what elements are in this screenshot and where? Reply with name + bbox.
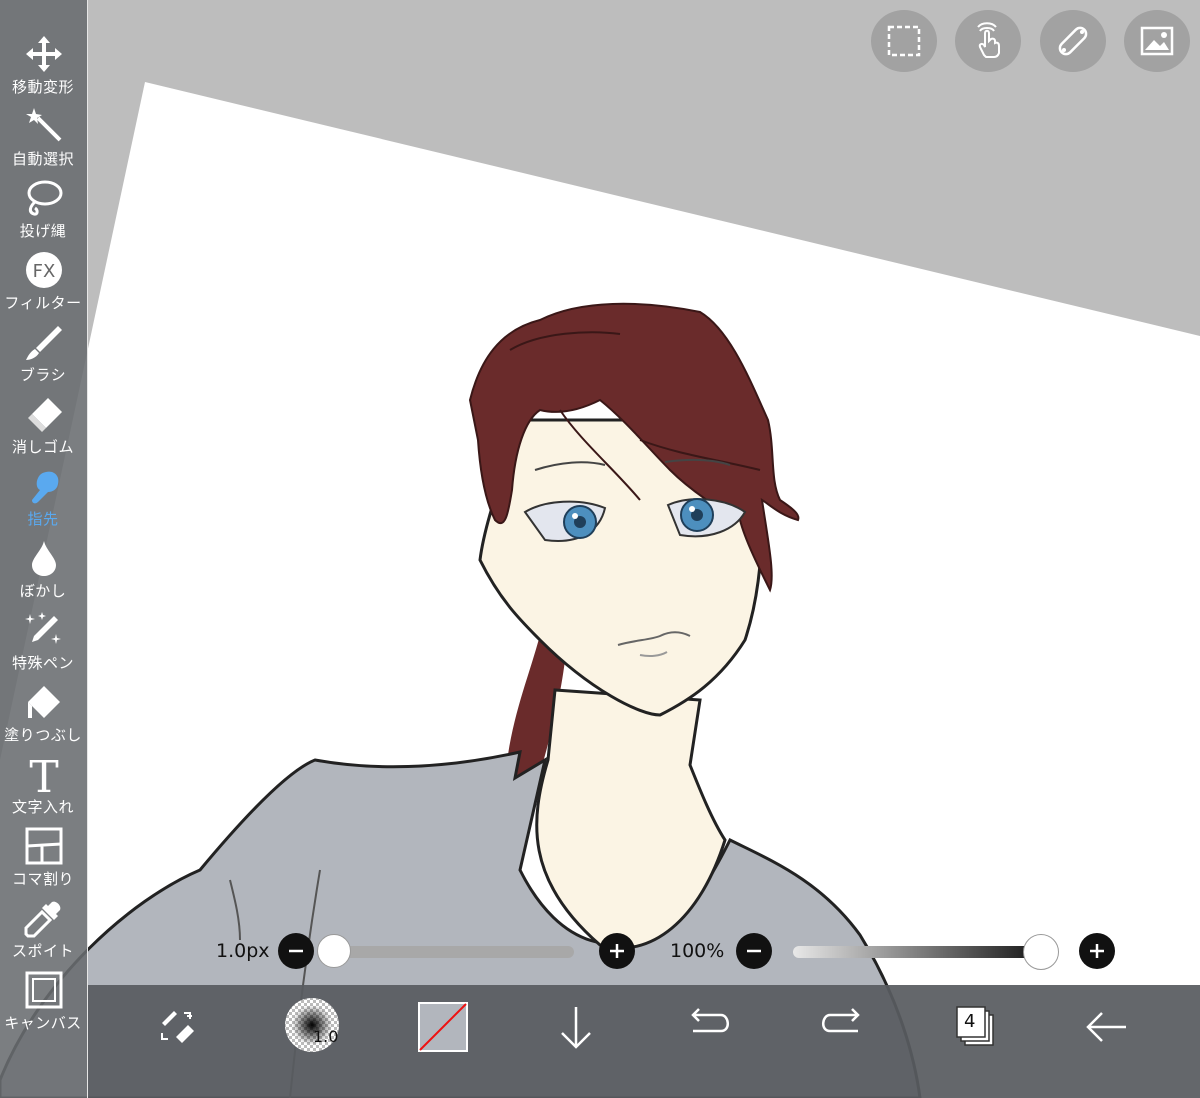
opacity-increase-button[interactable] <box>1079 933 1115 969</box>
frame-divider-icon <box>25 827 63 865</box>
layers-button[interactable]: 4 <box>943 997 1007 1057</box>
svg-text:FX: FX <box>33 261 56 282</box>
special-pen-icon <box>25 612 61 644</box>
brush-preview-label: 1.0 <box>313 1027 339 1046</box>
down-arrow-icon <box>561 1007 591 1049</box>
tool-frame[interactable]: コマ割り <box>0 822 88 894</box>
tool-label: 消しゴム <box>11 438 74 456</box>
tool-blur[interactable]: ぼかし <box>0 534 88 606</box>
canvas-icon <box>25 971 63 1009</box>
tool-label: ブラシ <box>19 366 67 384</box>
ruler-button[interactable] <box>1040 10 1106 72</box>
tool-label: 文字入れ <box>11 798 74 816</box>
redo-button[interactable] <box>810 997 874 1057</box>
tool-label: キャンバス <box>4 1014 82 1032</box>
lasso-icon <box>27 180 63 216</box>
brush-size-decrease-button[interactable] <box>278 933 314 969</box>
tool-text[interactable]: T 文字入れ <box>0 750 88 822</box>
undo-button[interactable] <box>677 997 741 1057</box>
eyedropper-icon <box>24 901 61 938</box>
back-arrow-icon <box>1086 1012 1126 1042</box>
touch-gesture-icon <box>977 22 1000 58</box>
opacity-slider[interactable] <box>793 934 1059 970</box>
eraser-icon <box>28 398 62 432</box>
brush-size-thumb[interactable] <box>317 934 351 968</box>
tool-special-pen[interactable]: 特殊ペン <box>0 606 88 678</box>
tool-label: 自動選択 <box>11 150 74 168</box>
slider-bar: 1.0px 100% <box>88 926 1200 980</box>
gesture-button[interactable] <box>955 10 1021 72</box>
brush-size-increase-button[interactable] <box>599 933 635 969</box>
move-arrows-icon <box>26 36 62 72</box>
bottom-toolbar: 1.0 4 <box>88 985 1200 1098</box>
tool-label: 投げ縄 <box>19 222 67 240</box>
opacity-decrease-button[interactable] <box>736 933 772 969</box>
blur-drop-icon <box>32 541 56 576</box>
brush-size-slider[interactable] <box>317 934 574 968</box>
minus-icon <box>747 949 761 953</box>
color-swatch-icon <box>418 1002 468 1052</box>
undo-icon <box>691 1008 729 1033</box>
tool-eyedropper[interactable]: スポイト <box>0 894 88 966</box>
magic-wand-icon <box>26 108 62 142</box>
selection-layer-button[interactable] <box>871 10 937 72</box>
fx-icon: FX <box>26 252 62 288</box>
tool-label: フィルター <box>4 294 82 312</box>
brush-icon <box>26 326 62 360</box>
paint-bucket-icon <box>28 686 60 718</box>
redo-icon <box>822 1008 860 1033</box>
tool-label: ぼかし <box>19 582 67 600</box>
tool-label: 塗りつぶし <box>4 726 82 744</box>
tool-brush[interactable]: ブラシ <box>0 318 88 390</box>
tool-canvas[interactable]: キャンバス <box>0 966 88 1038</box>
ruler-icon <box>1058 26 1088 56</box>
pen-eraser-toggle-button[interactable] <box>146 997 210 1057</box>
brush-size-value: 1.0px <box>216 940 270 962</box>
tool-finger[interactable]: 指先 <box>0 462 88 534</box>
image-material-icon <box>1140 26 1174 56</box>
tool-magic-wand[interactable]: 自動選択 <box>0 102 88 174</box>
pen-eraser-swap-icon <box>161 1011 194 1043</box>
tool-eraser[interactable]: 消しゴム <box>0 390 88 462</box>
tool-label: コマ割り <box>11 870 74 888</box>
opacity-value: 100% <box>670 940 725 962</box>
tool-filter[interactable]: FX フィルター <box>0 246 88 318</box>
finger-smudge-icon <box>32 471 59 504</box>
tool-fill[interactable]: 塗りつぶし <box>0 678 88 750</box>
tool-move[interactable]: 移動変形 <box>0 30 88 102</box>
plus-icon <box>610 944 624 958</box>
svg-text:T: T <box>29 754 58 794</box>
tool-label: スポイト <box>11 942 74 960</box>
opacity-thumb[interactable] <box>1023 934 1059 970</box>
layer-count: 4 <box>964 1011 976 1032</box>
back-button[interactable] <box>1076 997 1140 1057</box>
plus-icon <box>1090 944 1104 958</box>
text-t-icon: T <box>29 754 58 794</box>
color-button[interactable] <box>411 997 475 1057</box>
tool-lasso[interactable]: 投げ縄 <box>0 174 88 246</box>
material-button[interactable] <box>1124 10 1190 72</box>
tool-sidebar: 移動変形 自動選択 投げ縄 FX フィルター ブラシ 消しゴム 指先 ぼかし 特… <box>0 0 88 1098</box>
selection-rect-icon <box>887 25 921 57</box>
download-button[interactable] <box>544 997 608 1057</box>
tool-label: 特殊ペン <box>11 654 74 672</box>
minus-icon <box>289 949 303 953</box>
tool-label: 移動変形 <box>11 78 74 96</box>
tool-label: 指先 <box>27 510 59 528</box>
brush-size-preview-button[interactable]: 1.0 <box>280 997 344 1057</box>
